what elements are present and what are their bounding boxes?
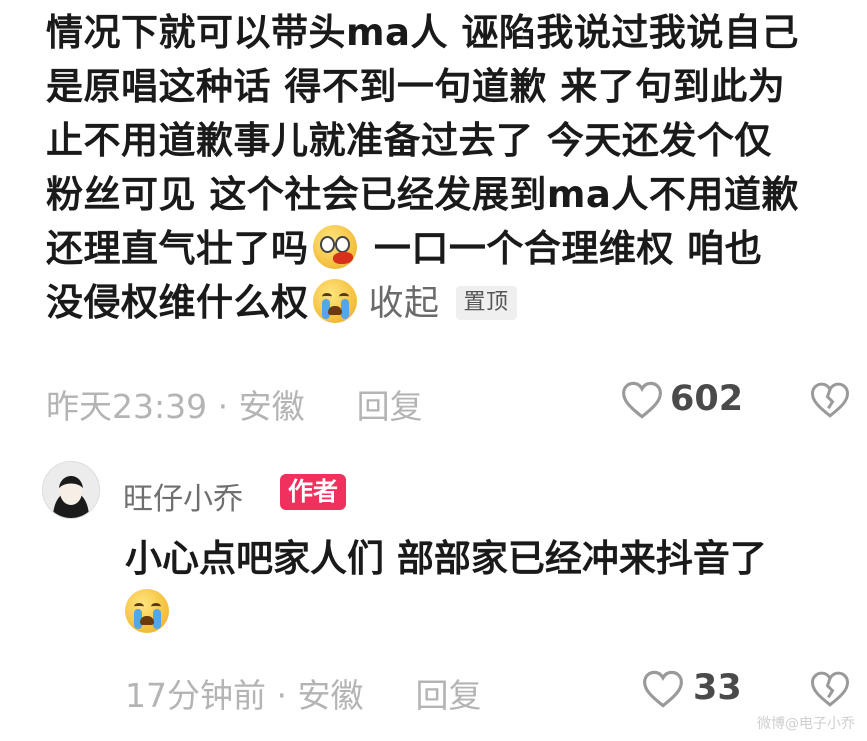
shocked-emoji-icon	[312, 225, 357, 269]
comment-text: 情况下就可以带头ma人 诬陷我说过我说自己 是原唱这种话 得不到一句道歉 来了句…	[46, 6, 861, 330]
comment-meta: 昨天23:39 · 安徽 回复	[46, 380, 423, 428]
comment-line-6: 没侵权维什么权 收起 置顶	[46, 276, 861, 330]
comment-line-1: 情况下就可以带头ma人 诬陷我说过我说自己	[46, 11, 799, 54]
reply-like-count: 33	[693, 668, 742, 708]
author-badge: 作者	[280, 474, 347, 510]
comment-line-3: 止不用道歉事儿就准备过去了 今天还发个仅	[46, 119, 772, 162]
watermark: 微博@电子小乔	[757, 716, 855, 732]
comment-time: 昨天23:39	[46, 387, 208, 426]
comment-line-5b-text: 一口一个合理维权 咱也	[373, 227, 763, 270]
heart-outline-icon[interactable]	[621, 380, 663, 420]
broken-heart-icon[interactable]	[810, 380, 850, 420]
avatar[interactable]	[42, 461, 100, 519]
meta-separator: ·	[266, 676, 298, 715]
reply-time: 17分钟前	[125, 676, 266, 715]
heart-outline-icon[interactable]	[642, 669, 684, 709]
crying-emoji-icon	[312, 279, 357, 323]
reply-reply-button[interactable]: 回复	[415, 676, 481, 715]
pinned-badge: 置顶	[455, 286, 517, 320]
reply-meta: 17分钟前 · 安徽 回复	[125, 669, 481, 717]
comment-reply-button[interactable]: 回复	[357, 387, 423, 426]
reply-username[interactable]: 旺仔小乔	[123, 474, 243, 518]
reply-text: 小心点吧家人们 部部家已经冲来抖音了	[125, 532, 767, 640]
comment-line-6-text: 没侵权维什么权	[46, 281, 309, 324]
comment-location: 安徽	[238, 387, 305, 426]
comment-line-5-text: 还理直气壮了吗	[46, 227, 309, 270]
crying-emoji-icon	[125, 589, 169, 633]
comment-like-count: 602	[670, 379, 744, 419]
comment-line-2: 是原唱这种话 得不到一句道歉 来了句到此为	[46, 65, 786, 108]
reply-text-line: 小心点吧家人们 部部家已经冲来抖音了	[125, 537, 767, 580]
meta-separator: ·	[207, 387, 239, 426]
collapse-button[interactable]: 收起	[369, 284, 440, 324]
comment-line-5: 还理直气壮了吗 一口一个合理维权 咱也	[46, 222, 861, 276]
reply-location: 安徽	[297, 676, 364, 715]
broken-heart-icon[interactable]	[810, 669, 850, 709]
comment-line-4: 粉丝可见 这个社会已经发展到ma人不用道歉	[46, 173, 799, 216]
